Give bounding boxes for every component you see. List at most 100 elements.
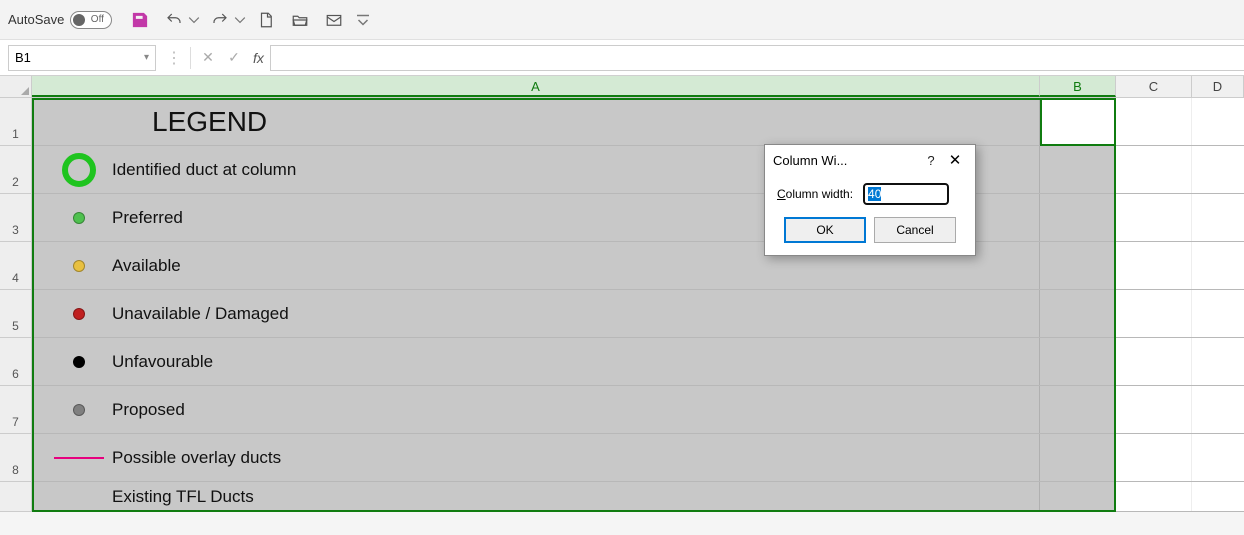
cell-d1[interactable] — [1192, 98, 1244, 145]
customize-qat-button[interactable] — [354, 6, 372, 34]
autosave-label: AutoSave — [8, 12, 64, 27]
row-3: Preferred — [32, 194, 1244, 242]
cell-c1[interactable] — [1116, 98, 1192, 145]
cell-c8[interactable] — [1116, 434, 1192, 481]
column-header-c[interactable]: C — [1116, 76, 1192, 97]
legend-item-label: Proposed — [112, 400, 185, 420]
cell-c2[interactable] — [1116, 146, 1192, 193]
dot-grey-icon — [46, 404, 112, 416]
cell-a9[interactable]: Existing TFL Ducts — [32, 482, 1040, 511]
fx-label[interactable]: fx — [247, 50, 270, 66]
cell-b8[interactable] — [1040, 434, 1116, 481]
formula-bar-options[interactable]: ⋮ — [162, 48, 186, 68]
cell-d4[interactable] — [1192, 242, 1244, 289]
cell-d7[interactable] — [1192, 386, 1244, 433]
row-headers: 1 2 3 4 5 6 7 8 — [0, 98, 32, 512]
cell-a6[interactable]: Unfavourable — [32, 338, 1040, 385]
cell-d8[interactable] — [1192, 434, 1244, 481]
cell-c7[interactable] — [1116, 386, 1192, 433]
cell-d3[interactable] — [1192, 194, 1244, 241]
name-box[interactable]: B1 ▾ — [8, 45, 156, 71]
cell-b9[interactable] — [1040, 482, 1116, 511]
row-header-1[interactable]: 1 — [0, 98, 32, 146]
legend-item-label: Available — [112, 256, 181, 276]
quick-access-toolbar: AutoSave Off — [0, 0, 1244, 40]
enter-formula-button[interactable]: ✓ — [221, 49, 247, 66]
column-width-input[interactable] — [863, 183, 949, 205]
column-header-d[interactable]: D — [1192, 76, 1244, 97]
divider — [190, 47, 191, 69]
row-7: Proposed — [32, 386, 1244, 434]
cell-c6[interactable] — [1116, 338, 1192, 385]
row-header-5[interactable]: 5 — [0, 290, 32, 338]
cancel-button[interactable]: Cancel — [874, 217, 956, 243]
cell-b4[interactable] — [1040, 242, 1116, 289]
column-width-dialog: Column Wi... ? ✕ Column width: OK Cancel — [764, 144, 976, 256]
cell-b5[interactable] — [1040, 290, 1116, 337]
row-4: Available — [32, 242, 1244, 290]
cell-a1[interactable]: LEGEND — [32, 98, 1040, 145]
dot-red-icon — [46, 308, 112, 320]
cell-b7[interactable] — [1040, 386, 1116, 433]
redo-button[interactable] — [206, 6, 234, 34]
cell-b6[interactable] — [1040, 338, 1116, 385]
cell-c9[interactable] — [1116, 482, 1192, 511]
cell-d5[interactable] — [1192, 290, 1244, 337]
row-header-6[interactable]: 6 — [0, 338, 32, 386]
cell-c4[interactable] — [1116, 242, 1192, 289]
cell-a7[interactable]: Proposed — [32, 386, 1040, 433]
dialog-titlebar[interactable]: Column Wi... ? ✕ — [765, 145, 975, 175]
redo-dropdown[interactable] — [234, 6, 246, 34]
cell-c3[interactable] — [1116, 194, 1192, 241]
cell-b2[interactable] — [1040, 146, 1116, 193]
column-header-a[interactable]: A — [32, 76, 1040, 97]
cancel-formula-button[interactable]: ✕ — [195, 49, 221, 66]
legend-item-label: Unavailable / Damaged — [112, 304, 289, 324]
row-6: Unfavourable — [32, 338, 1244, 386]
column-headers: A B C D — [0, 76, 1244, 98]
dot-black-icon — [46, 356, 112, 368]
row-header-3[interactable]: 3 — [0, 194, 32, 242]
row-header-7[interactable]: 7 — [0, 386, 32, 434]
close-button[interactable]: ✕ — [943, 151, 967, 169]
cell-d2[interactable] — [1192, 146, 1244, 193]
legend-item-label: Existing TFL Ducts — [112, 487, 254, 507]
undo-button[interactable] — [160, 6, 188, 34]
formula-bar: B1 ▾ ⋮ ✕ ✓ fx — [0, 40, 1244, 76]
formula-input[interactable] — [270, 45, 1244, 71]
column-header-b[interactable]: B — [1040, 76, 1116, 97]
row-5: Unavailable / Damaged — [32, 290, 1244, 338]
cell-c5[interactable] — [1116, 290, 1192, 337]
row-8: Possible overlay ducts — [32, 434, 1244, 482]
active-cell-b1[interactable] — [1040, 98, 1116, 146]
row-9: Existing TFL Ducts — [32, 482, 1244, 512]
dialog-title: Column Wi... — [773, 153, 919, 168]
row-header-4[interactable]: 4 — [0, 242, 32, 290]
row-2: Identified duct at column — [32, 146, 1244, 194]
select-all-corner[interactable] — [0, 76, 32, 97]
cell-b3[interactable] — [1040, 194, 1116, 241]
ring-icon — [46, 153, 112, 187]
legend-item-label: Unfavourable — [112, 352, 213, 372]
legend-title: LEGEND — [152, 106, 267, 138]
cell-a5[interactable]: Unavailable / Damaged — [32, 290, 1040, 337]
cell-d6[interactable] — [1192, 338, 1244, 385]
undo-dropdown[interactable] — [188, 6, 200, 34]
save-button[interactable] — [126, 6, 154, 34]
legend-item-label: Preferred — [112, 208, 183, 228]
row-header-9[interactable] — [0, 482, 32, 512]
row-header-8[interactable]: 8 — [0, 434, 32, 482]
help-button[interactable]: ? — [919, 153, 943, 168]
ok-button[interactable]: OK — [784, 217, 866, 243]
row-header-2[interactable]: 2 — [0, 146, 32, 194]
autosave-control: AutoSave Off — [8, 11, 112, 29]
email-button[interactable] — [320, 6, 348, 34]
legend-item-label: Identified duct at column — [112, 160, 296, 180]
cells-area[interactable]: LEGEND Identified duct at column Preferr… — [32, 98, 1244, 512]
name-box-dropdown-icon: ▾ — [144, 52, 149, 63]
cell-a8[interactable]: Possible overlay ducts — [32, 434, 1040, 481]
open-file-button[interactable] — [286, 6, 314, 34]
cell-d9[interactable] — [1192, 482, 1244, 511]
autosave-toggle[interactable]: Off — [70, 11, 112, 29]
new-file-button[interactable] — [252, 6, 280, 34]
